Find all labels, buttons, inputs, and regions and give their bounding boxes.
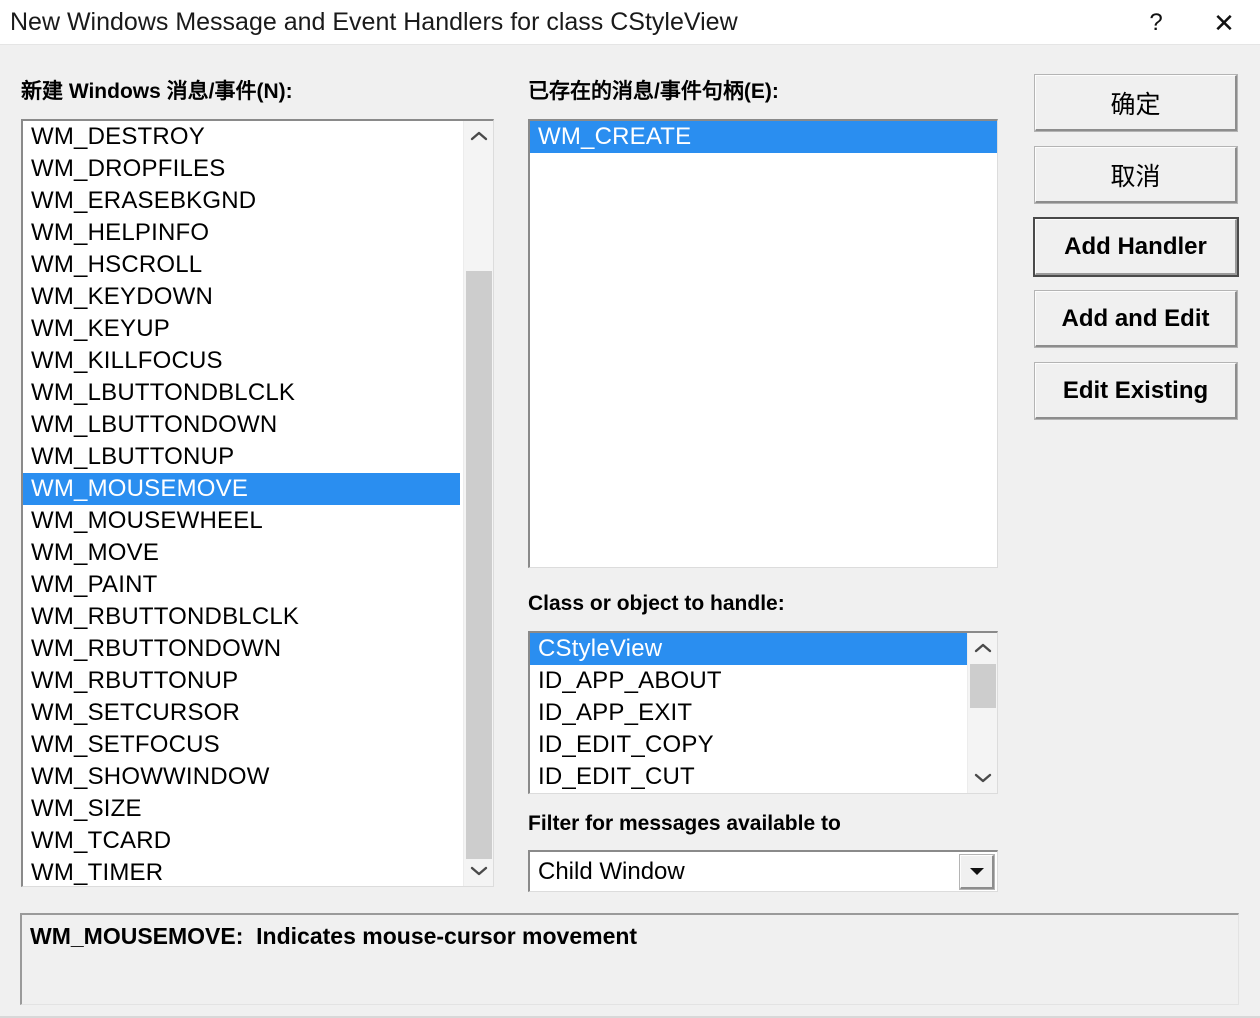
list-item[interactable]: CStyleView <box>530 633 967 665</box>
new-messages-scrollbar[interactable] <box>463 121 493 886</box>
list-item[interactable]: WM_SETFOCUS <box>23 729 460 761</box>
cancel-button[interactable]: 取消 <box>1035 147 1237 203</box>
list-item[interactable]: WM_ERASEBKGND <box>23 185 460 217</box>
list-item[interactable]: WM_DROPFILES <box>23 153 460 185</box>
existing-handlers-listbox[interactable]: WM_CREATE <box>528 119 998 568</box>
class-or-object-label: Class or object to handle: <box>528 592 785 616</box>
add-and-edit-button[interactable]: Add and Edit <box>1035 291 1237 347</box>
question-mark-icon: ? <box>1149 11 1162 35</box>
filter-combobox[interactable]: Child Window <box>528 850 998 892</box>
list-item[interactable]: WM_HSCROLL <box>23 249 460 281</box>
help-button[interactable]: ? <box>1124 0 1188 45</box>
scroll-up-icon[interactable] <box>464 121 494 151</box>
edit-existing-button[interactable]: Edit Existing <box>1035 363 1237 419</box>
list-item[interactable]: WM_SHOWWINDOW <box>23 761 460 793</box>
window-title: New Windows Message and Event Handlers f… <box>10 7 738 38</box>
list-item[interactable]: WM_MOUSEWHEEL <box>23 505 460 537</box>
list-item[interactable]: WM_PAINT <box>23 569 460 601</box>
dialog-window: New Windows Message and Event Handlers f… <box>0 0 1260 1018</box>
description-text: WM_MOUSEMOVE: Indicates mouse-cursor mov… <box>30 922 637 950</box>
list-item[interactable]: WM_DESTROY <box>23 121 460 153</box>
class-or-object-scrollbar[interactable] <box>967 633 997 793</box>
list-item[interactable]: WM_TIMER <box>23 857 460 886</box>
list-item[interactable]: WM_KEYUP <box>23 313 460 345</box>
list-item[interactable]: WM_RBUTTONUP <box>23 665 460 697</box>
close-button[interactable]: ✕ <box>1192 0 1256 45</box>
list-item[interactable]: ID_EDIT_CUT <box>530 761 967 793</box>
list-item[interactable]: ID_EDIT_COPY <box>530 729 967 761</box>
new-messages-items: WM_DESTROYWM_DROPFILESWM_ERASEBKGNDWM_HE… <box>23 121 460 886</box>
scroll-down-icon[interactable] <box>464 856 494 886</box>
title-bar: New Windows Message and Event Handlers f… <box>0 0 1260 45</box>
list-item[interactable]: WM_MOUSEMOVE <box>23 473 460 505</box>
list-item[interactable]: WM_TCARD <box>23 825 460 857</box>
add-handler-button[interactable]: Add Handler <box>1035 219 1237 275</box>
filter-label: Filter for messages available to <box>528 812 841 836</box>
list-item[interactable]: WM_KILLFOCUS <box>23 345 460 377</box>
class-or-object-listbox[interactable]: CStyleViewID_APP_ABOUTID_APP_EXITID_EDIT… <box>528 631 998 794</box>
list-item[interactable]: WM_CREATE <box>530 121 997 153</box>
new-messages-listbox[interactable]: WM_DESTROYWM_DROPFILESWM_ERASEBKGNDWM_HE… <box>21 119 494 887</box>
list-item[interactable]: WM_SETCURSOR <box>23 697 460 729</box>
list-item[interactable]: WM_LBUTTONDOWN <box>23 409 460 441</box>
filter-selected-value: Child Window <box>530 858 960 886</box>
list-item[interactable]: ID_APP_ABOUT <box>530 665 967 697</box>
list-item[interactable]: WM_LBUTTONDBLCLK <box>23 377 460 409</box>
description-pane: WM_MOUSEMOVE: Indicates mouse-cursor mov… <box>20 913 1239 1005</box>
list-item[interactable]: WM_SIZE <box>23 793 460 825</box>
list-item[interactable]: WM_MOVE <box>23 537 460 569</box>
scroll-up-icon[interactable] <box>968 633 998 663</box>
existing-handlers-label: 已存在的消息/事件句柄(E): <box>528 80 779 104</box>
list-item[interactable]: WM_KEYDOWN <box>23 281 460 313</box>
existing-handlers-items: WM_CREATE <box>530 121 997 567</box>
chevron-down-icon[interactable] <box>960 855 994 889</box>
close-icon: ✕ <box>1213 10 1235 36</box>
list-item[interactable]: WM_RBUTTONDOWN <box>23 633 460 665</box>
list-item[interactable]: WM_HELPINFO <box>23 217 460 249</box>
scroll-thumb[interactable] <box>970 664 996 708</box>
list-item[interactable]: WM_RBUTTONDBLCLK <box>23 601 460 633</box>
list-item[interactable]: ID_APP_EXIT <box>530 697 967 729</box>
class-or-object-items: CStyleViewID_APP_ABOUTID_APP_EXITID_EDIT… <box>530 633 967 793</box>
scroll-thumb[interactable] <box>466 271 492 859</box>
scroll-down-icon[interactable] <box>968 763 998 793</box>
new-messages-label: 新建 Windows 消息/事件(N): <box>21 80 293 104</box>
list-item[interactable]: WM_LBUTTONUP <box>23 441 460 473</box>
ok-button[interactable]: 确定 <box>1035 75 1237 131</box>
